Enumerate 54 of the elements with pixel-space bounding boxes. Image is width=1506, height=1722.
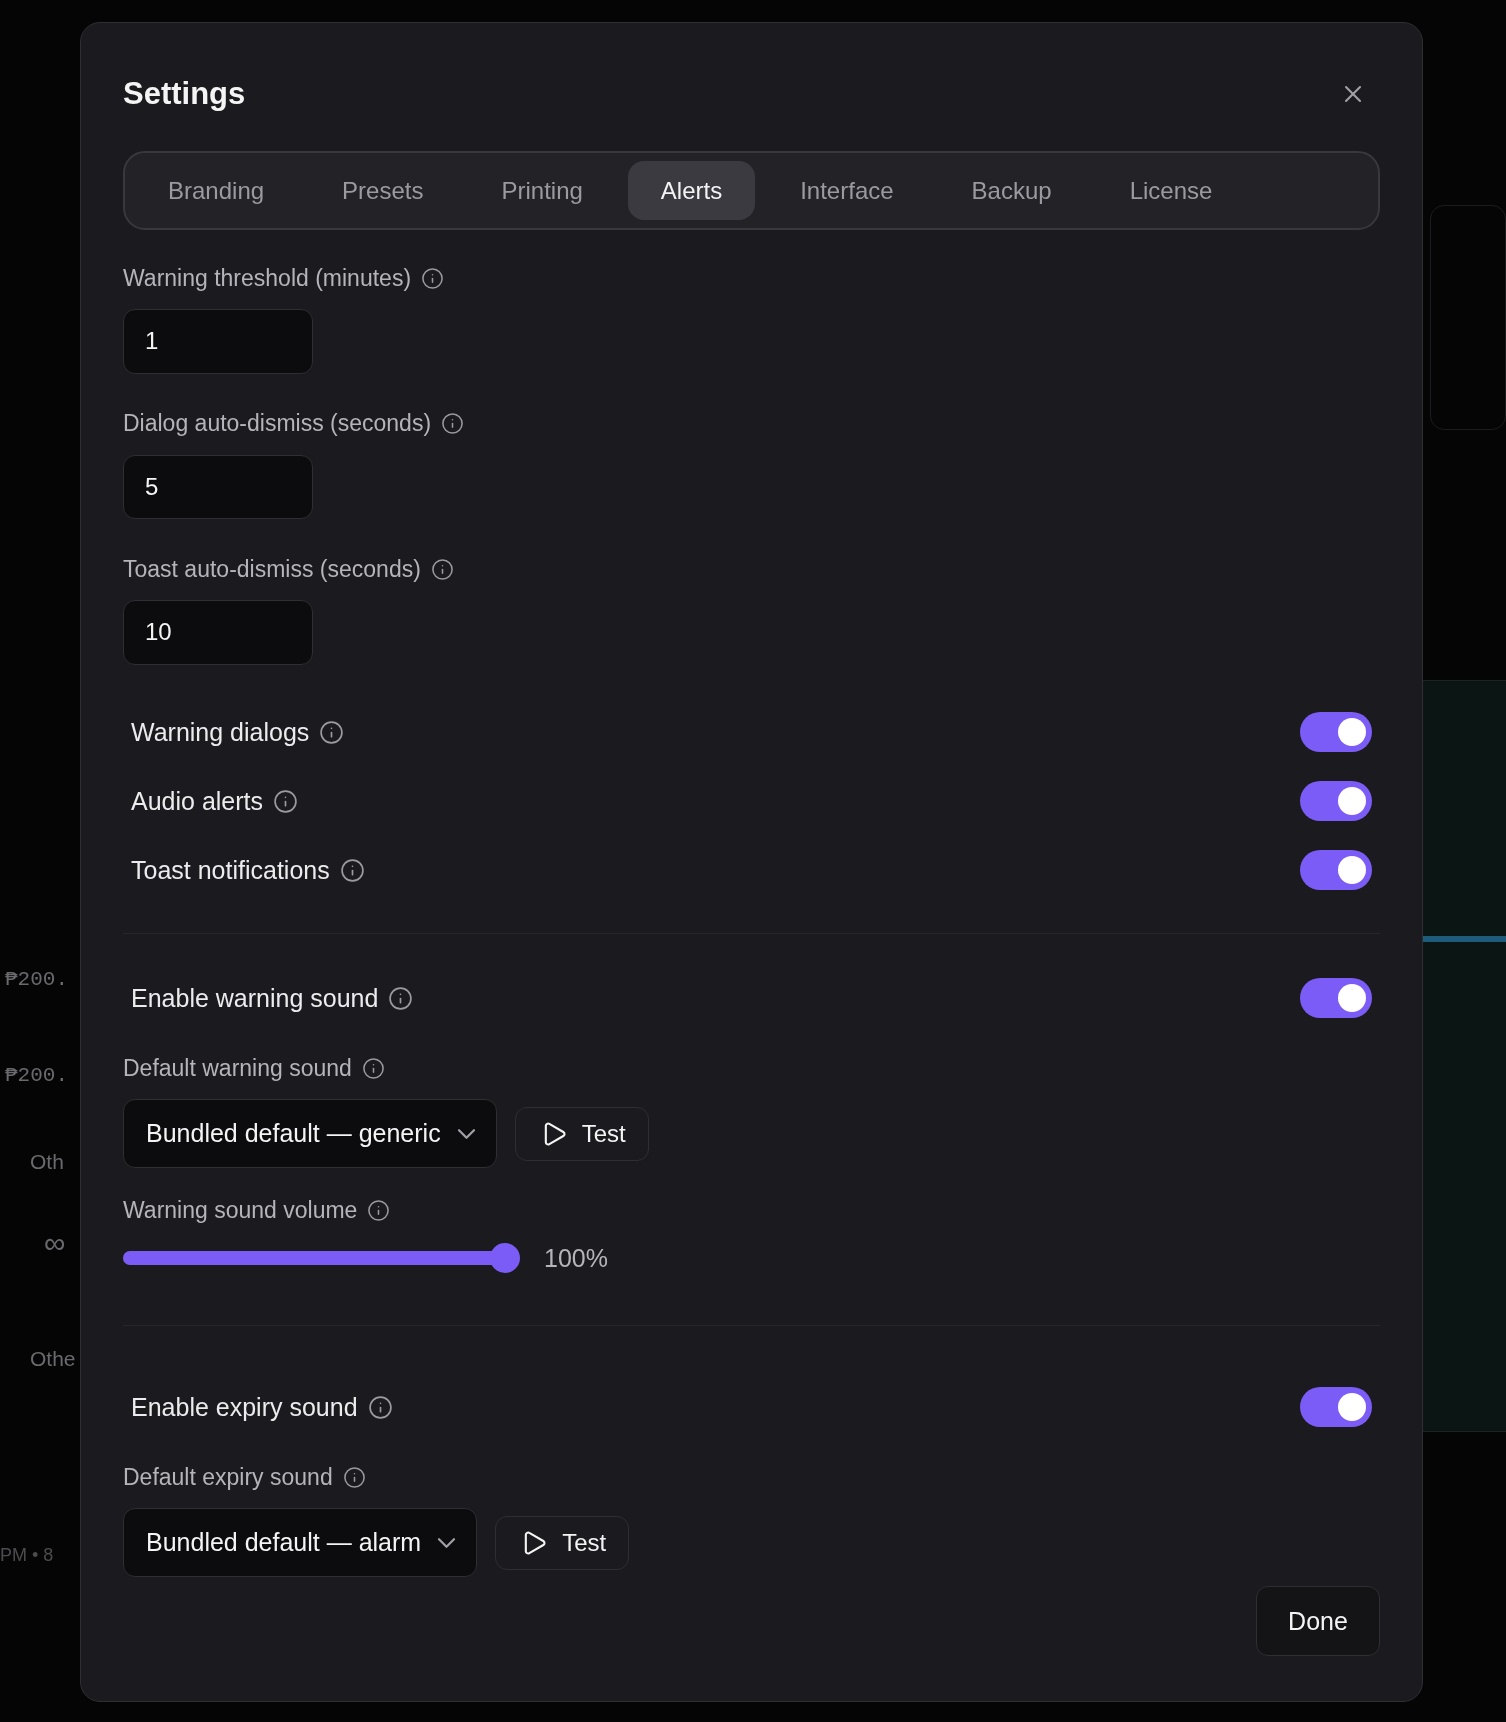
tab[interactable]: Branding xyxy=(135,161,298,220)
field-label: Default warning sound xyxy=(123,1054,352,1082)
toggle-label: Toast notifications xyxy=(131,855,330,885)
background-text: Oth xyxy=(29,1149,65,1175)
info-icon[interactable] xyxy=(319,719,345,745)
info-icon[interactable] xyxy=(421,266,445,290)
info-icon[interactable] xyxy=(273,788,299,814)
toggle-label: Warning dialogs xyxy=(131,717,310,747)
info-icon[interactable] xyxy=(342,1465,366,1489)
number-field[interactable]: 1 xyxy=(123,309,313,374)
number-field[interactable]: 10 xyxy=(123,600,313,665)
toggle-switch[interactable] xyxy=(1300,781,1372,822)
info-icon[interactable] xyxy=(367,1395,393,1420)
info-icon[interactable] xyxy=(430,557,454,581)
toggle-switch[interactable] xyxy=(1300,712,1372,753)
toggle-label: Audio alerts xyxy=(131,786,264,816)
chevron-icon xyxy=(458,1129,474,1138)
info-icon[interactable] xyxy=(388,985,414,1011)
info-icon[interactable] xyxy=(367,1198,391,1222)
field-label: Dialog auto-dismiss (seconds) xyxy=(123,410,432,438)
volume-slider[interactable] xyxy=(123,1243,520,1273)
test-button[interactable]: Test xyxy=(495,1515,630,1570)
field-label: Default expiry sound xyxy=(123,1463,333,1491)
done-button[interactable]: Done xyxy=(1256,1586,1380,1656)
field-label: Warning sound volume xyxy=(123,1196,358,1224)
number-field[interactable]: 5 xyxy=(123,454,313,520)
background-text: Othe xyxy=(29,1346,77,1372)
toggle-switch[interactable] xyxy=(1300,1387,1372,1428)
background-text: ∞ xyxy=(43,1230,67,1256)
field-label: Toast auto-dismiss (seconds) xyxy=(123,555,421,583)
tab[interactable]: Presets xyxy=(309,161,457,220)
background-text: ₱200. xyxy=(4,967,69,993)
info-icon[interactable] xyxy=(361,1056,385,1080)
sound-select[interactable]: Bundled default — alarm xyxy=(123,1508,478,1577)
background-text: ₱200. xyxy=(4,1063,69,1089)
dialog-title: Settings xyxy=(123,76,246,112)
info-icon[interactable] xyxy=(339,857,365,883)
test-button[interactable]: Test xyxy=(514,1106,649,1161)
tab[interactable]: Alerts xyxy=(627,161,756,220)
toggle-label: Enable expiry sound xyxy=(131,1393,358,1422)
field-label: Warning threshold (minutes) xyxy=(123,264,412,292)
sound-select[interactable]: Bundled default — generic xyxy=(123,1099,497,1168)
toggle-switch[interactable] xyxy=(1300,850,1372,891)
volume-reading: 100% xyxy=(544,1243,608,1273)
tab[interactable]: License xyxy=(1096,161,1246,220)
slider-thumb[interactable] xyxy=(490,1243,520,1273)
background-text: PM • 8 xyxy=(0,1544,55,1567)
info-icon[interactable] xyxy=(441,412,465,436)
chevron-icon xyxy=(439,1538,455,1547)
tab[interactable]: Interface xyxy=(767,161,927,220)
tab[interactable]: Printing xyxy=(468,161,616,220)
toggle-label: Enable warning sound xyxy=(131,983,379,1013)
toggle-switch[interactable] xyxy=(1300,978,1372,1019)
tab[interactable]: Backup xyxy=(938,161,1085,220)
